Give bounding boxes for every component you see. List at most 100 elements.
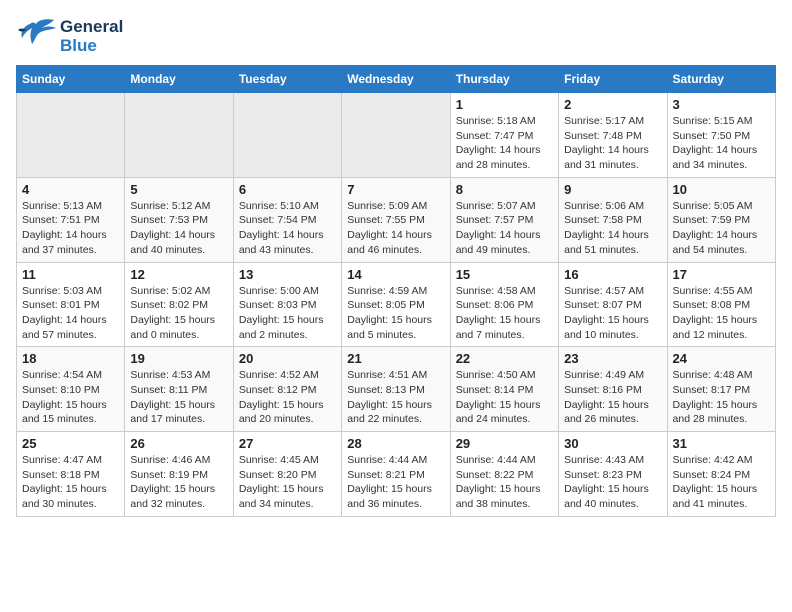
day-info: Sunrise: 5:12 AM Sunset: 7:53 PM Dayligh… [130, 199, 227, 258]
day-number: 18 [22, 351, 119, 366]
day-number: 31 [673, 436, 770, 451]
calendar-cell: 4 Sunrise: 5:13 AM Sunset: 7:51 PM Daylig… [17, 177, 125, 262]
calendar-cell: 1 Sunrise: 5:18 AM Sunset: 7:47 PM Daylig… [450, 93, 558, 178]
calendar-week-0: 1 Sunrise: 5:18 AM Sunset: 7:47 PM Daylig… [17, 93, 776, 178]
weekday-saturday: Saturday [667, 66, 775, 93]
calendar-cell: 3Sunrise: 5:15 AM Sunset: 7:50 PM Daylig… [667, 93, 775, 178]
day-info: Sunrise: 5:07 AM Sunset: 7:57 PM Dayligh… [456, 199, 553, 258]
day-info: Sunrise: 4:48 AM Sunset: 8:17 PM Dayligh… [673, 368, 770, 427]
day-number: 4 [22, 182, 119, 197]
day-info: Sunrise: 5:10 AM Sunset: 7:54 PM Dayligh… [239, 199, 336, 258]
day-number: 12 [130, 267, 227, 282]
calendar-cell: 22 Sunrise: 4:50 AM Sunset: 8:14 PM Dayli… [450, 347, 558, 432]
weekday-friday: Friday [559, 66, 667, 93]
calendar-cell: 25Sunrise: 4:47 AM Sunset: 8:18 PM Dayli… [17, 432, 125, 517]
day-info: Sunrise: 4:57 AM Sunset: 8:07 PM Dayligh… [564, 284, 661, 343]
weekday-wednesday: Wednesday [342, 66, 450, 93]
calendar-cell: 5 Sunrise: 5:12 AM Sunset: 7:53 PM Daylig… [125, 177, 233, 262]
calendar-week-3: 18 Sunrise: 4:54 AM Sunset: 8:10 PM Dayli… [17, 347, 776, 432]
day-info: Sunrise: 5:18 AM Sunset: 7:47 PM Dayligh… [456, 114, 553, 173]
day-info: Sunrise: 5:13 AM Sunset: 7:51 PM Dayligh… [22, 199, 119, 258]
calendar-cell: 27 Sunrise: 4:45 AM Sunset: 8:20 PM Dayli… [233, 432, 341, 517]
day-info: Sunrise: 4:44 AM Sunset: 8:21 PM Dayligh… [347, 453, 444, 512]
day-info: Sunrise: 4:59 AM Sunset: 8:05 PM Dayligh… [347, 284, 444, 343]
day-number: 13 [239, 267, 336, 282]
calendar-cell [342, 93, 450, 178]
calendar-cell: 24 Sunrise: 4:48 AM Sunset: 8:17 PM Dayli… [667, 347, 775, 432]
day-number: 29 [456, 436, 553, 451]
calendar-cell: 21 Sunrise: 4:51 AM Sunset: 8:13 PM Dayli… [342, 347, 450, 432]
day-number: 22 [456, 351, 553, 366]
day-number: 7 [347, 182, 444, 197]
calendar-cell: 23Sunrise: 4:49 AM Sunset: 8:16 PM Dayli… [559, 347, 667, 432]
calendar-cell: 13 Sunrise: 5:00 AM Sunset: 8:03 PM Dayli… [233, 262, 341, 347]
day-number: 19 [130, 351, 227, 366]
calendar-cell: 11 Sunrise: 5:03 AM Sunset: 8:01 PM Dayli… [17, 262, 125, 347]
day-number: 17 [673, 267, 770, 282]
day-number: 9 [564, 182, 661, 197]
day-number: 14 [347, 267, 444, 282]
calendar-cell [233, 93, 341, 178]
day-info: Sunrise: 4:58 AM Sunset: 8:06 PM Dayligh… [456, 284, 553, 343]
day-info: Sunrise: 4:52 AM Sunset: 8:12 PM Dayligh… [239, 368, 336, 427]
day-info: Sunrise: 5:02 AM Sunset: 8:02 PM Dayligh… [130, 284, 227, 343]
day-info: Sunrise: 5:09 AM Sunset: 7:55 PM Dayligh… [347, 199, 444, 258]
calendar-cell: 8 Sunrise: 5:07 AM Sunset: 7:57 PM Daylig… [450, 177, 558, 262]
weekday-header-row: SundayMondayTuesdayWednesdayThursdayFrid… [17, 66, 776, 93]
day-number: 24 [673, 351, 770, 366]
calendar-cell: 12 Sunrise: 5:02 AM Sunset: 8:02 PM Dayli… [125, 262, 233, 347]
calendar-cell: 30 Sunrise: 4:43 AM Sunset: 8:23 PM Dayli… [559, 432, 667, 517]
day-number: 1 [456, 97, 553, 112]
day-number: 2 [564, 97, 661, 112]
calendar-week-2: 11 Sunrise: 5:03 AM Sunset: 8:01 PM Dayli… [17, 262, 776, 347]
page-header: General Blue [16, 16, 776, 57]
day-number: 11 [22, 267, 119, 282]
calendar-cell: 31 Sunrise: 4:42 AM Sunset: 8:24 PM Dayli… [667, 432, 775, 517]
calendar-cell: 19Sunrise: 4:53 AM Sunset: 8:11 PM Dayli… [125, 347, 233, 432]
calendar-cell: 6Sunrise: 5:10 AM Sunset: 7:54 PM Daylig… [233, 177, 341, 262]
calendar-cell: 10Sunrise: 5:05 AM Sunset: 7:59 PM Dayli… [667, 177, 775, 262]
day-number: 5 [130, 182, 227, 197]
day-info: Sunrise: 4:51 AM Sunset: 8:13 PM Dayligh… [347, 368, 444, 427]
day-info: Sunrise: 4:43 AM Sunset: 8:23 PM Dayligh… [564, 453, 661, 512]
day-info: Sunrise: 4:54 AM Sunset: 8:10 PM Dayligh… [22, 368, 119, 427]
day-number: 15 [456, 267, 553, 282]
day-number: 28 [347, 436, 444, 451]
logo: General Blue [16, 16, 123, 57]
logo-icon [16, 16, 56, 57]
calendar-cell: 9 Sunrise: 5:06 AM Sunset: 7:58 PM Daylig… [559, 177, 667, 262]
day-info: Sunrise: 4:46 AM Sunset: 8:19 PM Dayligh… [130, 453, 227, 512]
day-number: 30 [564, 436, 661, 451]
day-info: Sunrise: 4:44 AM Sunset: 8:22 PM Dayligh… [456, 453, 553, 512]
day-info: Sunrise: 4:42 AM Sunset: 8:24 PM Dayligh… [673, 453, 770, 512]
calendar-cell: 7 Sunrise: 5:09 AM Sunset: 7:55 PM Daylig… [342, 177, 450, 262]
day-number: 27 [239, 436, 336, 451]
day-info: Sunrise: 4:47 AM Sunset: 8:18 PM Dayligh… [22, 453, 119, 512]
calendar-cell: 15 Sunrise: 4:58 AM Sunset: 8:06 PM Dayli… [450, 262, 558, 347]
day-info: Sunrise: 5:05 AM Sunset: 7:59 PM Dayligh… [673, 199, 770, 258]
calendar-cell: 18 Sunrise: 4:54 AM Sunset: 8:10 PM Dayli… [17, 347, 125, 432]
day-info: Sunrise: 5:03 AM Sunset: 8:01 PM Dayligh… [22, 284, 119, 343]
day-number: 21 [347, 351, 444, 366]
day-info: Sunrise: 4:50 AM Sunset: 8:14 PM Dayligh… [456, 368, 553, 427]
weekday-monday: Monday [125, 66, 233, 93]
calendar-body: 1 Sunrise: 5:18 AM Sunset: 7:47 PM Daylig… [17, 93, 776, 517]
day-info: Sunrise: 5:06 AM Sunset: 7:58 PM Dayligh… [564, 199, 661, 258]
day-info: Sunrise: 5:15 AM Sunset: 7:50 PM Dayligh… [673, 114, 770, 173]
day-number: 26 [130, 436, 227, 451]
calendar-cell: 28 Sunrise: 4:44 AM Sunset: 8:21 PM Dayli… [342, 432, 450, 517]
calendar-week-1: 4 Sunrise: 5:13 AM Sunset: 7:51 PM Daylig… [17, 177, 776, 262]
calendar-week-4: 25Sunrise: 4:47 AM Sunset: 8:18 PM Dayli… [17, 432, 776, 517]
day-number: 16 [564, 267, 661, 282]
calendar-cell: 29 Sunrise: 4:44 AM Sunset: 8:22 PM Dayli… [450, 432, 558, 517]
day-info: Sunrise: 5:00 AM Sunset: 8:03 PM Dayligh… [239, 284, 336, 343]
day-number: 8 [456, 182, 553, 197]
calendar-cell: 2 Sunrise: 5:17 AM Sunset: 7:48 PM Daylig… [559, 93, 667, 178]
calendar-cell [17, 93, 125, 178]
day-info: Sunrise: 4:55 AM Sunset: 8:08 PM Dayligh… [673, 284, 770, 343]
day-info: Sunrise: 4:49 AM Sunset: 8:16 PM Dayligh… [564, 368, 661, 427]
calendar-table: SundayMondayTuesdayWednesdayThursdayFrid… [16, 65, 776, 517]
weekday-sunday: Sunday [17, 66, 125, 93]
day-info: Sunrise: 4:45 AM Sunset: 8:20 PM Dayligh… [239, 453, 336, 512]
day-info: Sunrise: 5:17 AM Sunset: 7:48 PM Dayligh… [564, 114, 661, 173]
